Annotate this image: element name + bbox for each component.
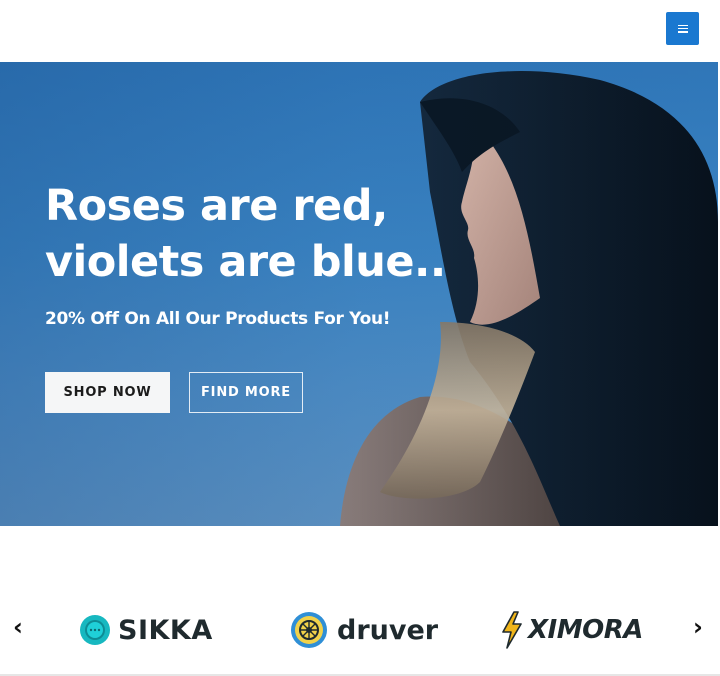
chevron-right-icon[interactable]: › xyxy=(688,615,708,639)
menu-toggle-button[interactable] xyxy=(666,12,699,45)
shop-now-button[interactable]: SHOP NOW xyxy=(45,372,170,413)
brand-logo-ximora[interactable]: XIMORA xyxy=(500,610,643,650)
hero-subtitle: 20% Off On All Our Products For You! xyxy=(45,309,391,329)
hamburger-menu-icon xyxy=(677,24,688,33)
hero-title-line2: violets are blue.. xyxy=(45,237,446,287)
hero-title-line1: Roses are red, xyxy=(45,181,388,231)
site-header xyxy=(0,0,720,62)
hero-overlay xyxy=(0,62,718,526)
brand-logo-druver[interactable]: druver xyxy=(289,610,438,650)
brand-name-druver: druver xyxy=(337,614,439,646)
brand-carousel: ‹ SIKKA druver XIMORA › xyxy=(0,526,720,676)
brand-name-ximora: XIMORA xyxy=(528,615,643,645)
find-more-button[interactable]: FIND MORE xyxy=(189,372,303,413)
hero-title: Roses are red, violets are blue.. xyxy=(45,178,465,290)
sikka-logo-icon xyxy=(80,615,110,645)
hero-banner: Roses are red, violets are blue.. 20% Of… xyxy=(0,62,718,526)
druver-logo-icon xyxy=(291,612,327,648)
chevron-left-icon[interactable]: ‹ xyxy=(8,615,28,639)
brand-logo-sikka[interactable]: SIKKA xyxy=(78,610,213,650)
brand-name-sikka: SIKKA xyxy=(118,614,213,646)
lightning-bolt-icon xyxy=(502,611,522,649)
